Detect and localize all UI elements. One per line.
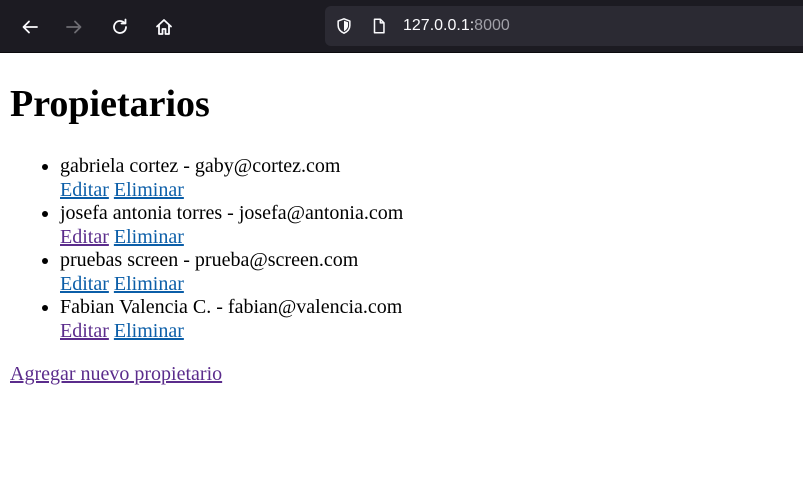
owner-info: gabriela cortez - gaby@cortez.com <box>60 155 341 177</box>
list-item: Fabian Valencia C. - fabian@valencia.com… <box>60 296 403 343</box>
delete-link[interactable]: Eliminar <box>114 273 184 295</box>
url-host: 127.0.0.1: <box>403 17 475 34</box>
list-item: gabriela cortez - gaby@cortez.com Editar… <box>60 155 403 202</box>
home-button[interactable] <box>146 10 182 44</box>
back-button[interactable] <box>12 10 48 44</box>
page-title: Propietarios <box>10 83 210 125</box>
reload-button[interactable] <box>102 10 138 44</box>
edit-link[interactable]: Editar <box>60 226 109 248</box>
edit-link[interactable]: Editar <box>60 320 109 342</box>
forward-arrow-icon <box>66 20 82 34</box>
home-icon <box>156 19 172 35</box>
url-port: 8000 <box>474 17 510 34</box>
edit-link[interactable]: Editar <box>60 273 109 295</box>
owner-info: pruebas screen - prueba@screen.com <box>60 249 359 271</box>
owner-info: josefa antonia torres - josefa@antonia.c… <box>60 202 404 224</box>
page-icon <box>373 18 385 34</box>
back-arrow-icon <box>22 20 38 34</box>
address-bar[interactable]: 127.0.0.1:8000 <box>325 6 803 46</box>
site-info-button[interactable] <box>369 16 389 36</box>
delete-link[interactable]: Eliminar <box>114 179 184 201</box>
url-text[interactable]: 127.0.0.1:8000 <box>403 16 510 36</box>
owner-list: gabriela cortez - gaby@cortez.com Editar… <box>10 155 403 343</box>
tracking-protection-button[interactable] <box>333 15 355 37</box>
browser-toolbar: 127.0.0.1:8000 <box>0 0 803 53</box>
list-item: pruebas screen - prueba@screen.com Edita… <box>60 249 403 296</box>
list-item: josefa antonia torres - josefa@antonia.c… <box>60 202 403 249</box>
delete-link[interactable]: Eliminar <box>114 226 184 248</box>
shield-icon <box>337 18 351 34</box>
reload-icon <box>113 18 127 34</box>
forward-button[interactable] <box>56 10 92 44</box>
edit-link[interactable]: Editar <box>60 179 109 201</box>
add-owner-link[interactable]: Agregar nuevo propietario <box>10 362 222 386</box>
delete-link[interactable]: Eliminar <box>114 320 184 342</box>
owner-info: Fabian Valencia C. - fabian@valencia.com <box>60 296 403 318</box>
